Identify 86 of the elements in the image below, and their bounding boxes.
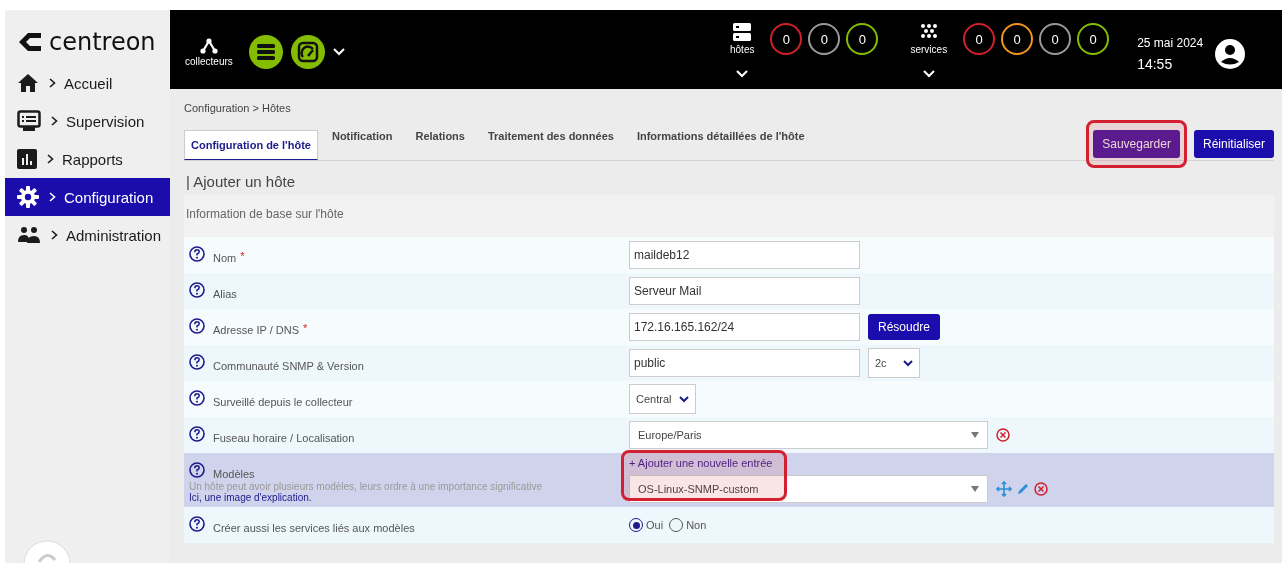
- dropdown-arrow-icon: [971, 432, 979, 438]
- required-mark: *: [303, 322, 308, 334]
- help-icon[interactable]: [189, 246, 205, 262]
- field-label: Surveillé depuis le collecteur: [213, 396, 353, 408]
- dots-icon: [919, 23, 938, 41]
- clear-icon[interactable]: [1034, 482, 1048, 496]
- help-text: Un hôte peut avoir plusieurs modèles, leurs ordre à une importance significative: [189, 481, 543, 492]
- field-label: Créer aussi les services liés aux modèles: [213, 522, 415, 534]
- services-label: services: [910, 44, 948, 55]
- text-field[interactable]: 172.16.165.162/24: [629, 313, 860, 341]
- help-icon[interactable]: [189, 354, 205, 370]
- subsection-header: Information de base sur l'hôte: [184, 195, 1274, 237]
- action-button[interactable]: Réinitialiser: [1193, 130, 1274, 158]
- time-text: 14:55: [1137, 56, 1174, 72]
- chevron-icon: [49, 78, 56, 88]
- text-field[interactable]: public: [629, 349, 860, 377]
- field-label: Nom: [213, 252, 237, 264]
- poller-select[interactable]: Central: [629, 384, 697, 414]
- logo-icon: [17, 31, 43, 53]
- dropdown-arrow-icon: [971, 486, 979, 492]
- status-counter[interactable]: 0: [808, 23, 841, 55]
- tab[interactable]: Traitement des données: [476, 130, 623, 160]
- help-icon[interactable]: [189, 426, 205, 442]
- poller-icon: [199, 37, 218, 54]
- template-select[interactable]: OS-Linux-SNMP-custom: [629, 475, 988, 503]
- nav-item[interactable]: Rapports: [5, 140, 170, 178]
- logo-text: centreon: [49, 28, 156, 56]
- nav-item[interactable]: Accueil: [5, 64, 170, 102]
- status-counter[interactable]: 0: [770, 23, 803, 55]
- field-label: Communauté SNMP & Version: [213, 360, 364, 372]
- status-counter[interactable]: 0: [1077, 23, 1110, 55]
- version-select[interactable]: 2c: [868, 348, 920, 378]
- chevron-down-icon: [679, 395, 690, 403]
- chevron-icon: [51, 116, 58, 126]
- tab[interactable]: Configuration de l'hôte: [184, 130, 318, 160]
- breadcrumb: Configuration > Hôtes: [184, 102, 292, 114]
- chevron-icon: [51, 230, 58, 240]
- status-counter[interactable]: 0: [846, 23, 879, 55]
- action-button[interactable]: Sauvegarder: [1093, 130, 1180, 158]
- nav-item[interactable]: Administration: [5, 216, 170, 254]
- help-icon[interactable]: [189, 390, 205, 406]
- required-mark: *: [240, 250, 245, 262]
- resolve-button[interactable]: Résoudre: [868, 314, 941, 340]
- status-counter[interactable]: 0: [1001, 23, 1034, 55]
- gauge-status-icon[interactable]: [290, 35, 325, 69]
- help-icon[interactable]: [189, 318, 205, 334]
- status-counter[interactable]: 0: [1039, 23, 1072, 55]
- tab[interactable]: Notification: [320, 130, 402, 160]
- radio-option[interactable]: Non: [669, 518, 707, 532]
- chevron-icon: [49, 192, 56, 202]
- chart-icon: [17, 149, 37, 169]
- chevron-down-icon: [902, 359, 913, 367]
- users-icon: [17, 226, 41, 244]
- field-label: Fuseau horaire / Localisation: [213, 432, 355, 444]
- date-text: 25 mai 2024: [1137, 36, 1204, 50]
- database-status-icon[interactable]: [248, 35, 283, 69]
- timezone-select[interactable]: Europe/Paris: [629, 421, 988, 449]
- explanation-link[interactable]: Ici, une image d'explication.: [189, 492, 629, 503]
- radio-option[interactable]: Oui: [629, 518, 664, 532]
- help-icon[interactable]: [189, 282, 205, 298]
- section-title: | Ajouter un hôte: [186, 173, 296, 190]
- nav-item[interactable]: Configuration: [5, 178, 170, 216]
- home-icon: [17, 73, 39, 93]
- help-icon[interactable]: [189, 516, 205, 532]
- text-field[interactable]: Serveur Mail: [629, 277, 860, 305]
- chevron-down-icon[interactable]: [922, 70, 935, 78]
- status-counter[interactable]: 0: [963, 23, 996, 55]
- text-field[interactable]: maildeb12: [629, 241, 860, 269]
- settings-icon: [17, 186, 39, 208]
- field-label: Modèles: [213, 468, 255, 480]
- user-avatar-icon[interactable]: [1215, 39, 1246, 69]
- pollers-label: collecteurs: [185, 55, 233, 67]
- help-icon[interactable]: [189, 462, 205, 478]
- monitor-icon: [17, 110, 41, 132]
- chevron-down-icon[interactable]: [736, 70, 749, 78]
- chevron-icon: [47, 154, 54, 164]
- clear-icon[interactable]: [996, 428, 1010, 442]
- field-label: Alias: [213, 288, 237, 300]
- tab[interactable]: Relations: [404, 130, 474, 160]
- chevron-down-icon[interactable]: [332, 48, 345, 56]
- add-entry-link[interactable]: + Ajouter une nouvelle entrée: [629, 457, 1048, 469]
- hosts-label: hôtes: [730, 44, 755, 55]
- server-icon: [732, 23, 753, 41]
- field-label: Adresse IP / DNS: [213, 324, 299, 336]
- nav-item[interactable]: Supervision: [5, 102, 170, 140]
- tab[interactable]: Informations détaillées de l'hôte: [625, 130, 814, 160]
